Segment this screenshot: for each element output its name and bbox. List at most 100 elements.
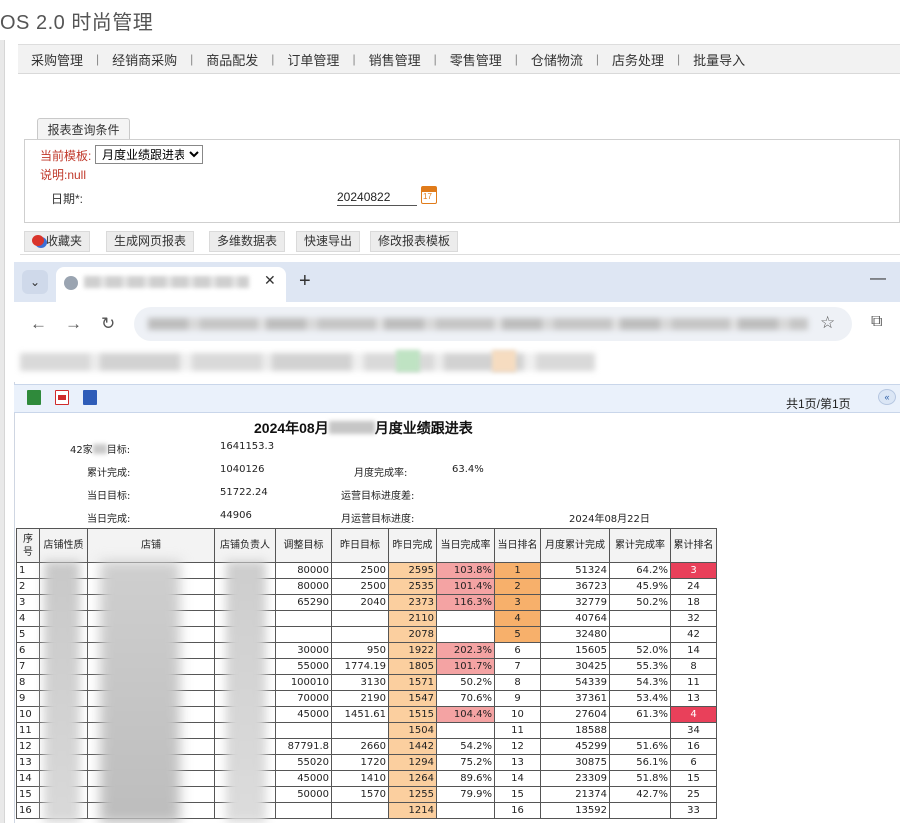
table-cell: 52.0% bbox=[609, 642, 671, 659]
report-title-redacted bbox=[328, 421, 375, 434]
table-cell: 15605 bbox=[540, 642, 610, 659]
menu-item[interactable]: 仓储物流 bbox=[518, 50, 596, 69]
table-cell bbox=[331, 626, 389, 643]
back-arrow-icon[interactable]: ← bbox=[30, 314, 47, 334]
table-cell: 45000 bbox=[275, 706, 332, 723]
table-cell: 2500 bbox=[331, 562, 389, 579]
store-name-redacted bbox=[100, 561, 180, 823]
table-cell: 1255 bbox=[388, 786, 437, 803]
column-header: 累计完成率 bbox=[609, 528, 671, 563]
table-cell: 16 bbox=[494, 802, 541, 819]
table-cell: 61.3% bbox=[609, 706, 671, 723]
bookmark-orange-icon[interactable] bbox=[492, 350, 516, 372]
multidimensional-table-button[interactable]: 多维数据表 bbox=[209, 231, 286, 252]
table-cell: 1451.61 bbox=[331, 706, 389, 723]
menu-item[interactable]: 采购管理 bbox=[18, 50, 96, 69]
table-cell bbox=[436, 626, 495, 643]
template-select[interactable]: 月度业绩跟进表 bbox=[95, 145, 203, 164]
column-header: 昨日完成 bbox=[388, 528, 437, 563]
forward-arrow-icon[interactable]: → bbox=[65, 314, 82, 334]
summary-month-rate-label: 月度完成率: bbox=[354, 468, 408, 479]
table-cell: 2110 bbox=[388, 610, 437, 627]
address-url-redacted bbox=[148, 318, 808, 330]
table-cell: 13 bbox=[16, 754, 40, 771]
table-cell: 1774.19 bbox=[331, 658, 389, 675]
collapse-icon[interactable]: « bbox=[878, 389, 896, 405]
table-cell: 75.2% bbox=[436, 754, 495, 771]
table-cell: 25 bbox=[670, 786, 717, 803]
description-text: 说明:null bbox=[40, 168, 87, 182]
table-cell: 101.7% bbox=[436, 658, 495, 675]
excel-export-icon[interactable] bbox=[27, 390, 41, 405]
column-header: 店铺 bbox=[87, 528, 215, 563]
menu-item[interactable]: 零售管理 bbox=[437, 50, 515, 69]
table-cell: 1264 bbox=[388, 770, 437, 787]
column-header: 月度累计完成 bbox=[540, 528, 610, 563]
table-cell: 14 bbox=[494, 770, 541, 787]
table-cell: 79.9% bbox=[436, 786, 495, 803]
table-cell: 2 bbox=[494, 578, 541, 595]
extensions-puzzle-icon[interactable]: ⧉ bbox=[871, 313, 882, 331]
table-cell: 5 bbox=[494, 626, 541, 643]
table-cell: 18588 bbox=[540, 722, 610, 739]
tab-close-icon[interactable]: ✕ bbox=[264, 272, 276, 289]
new-tab-icon[interactable]: + bbox=[299, 270, 311, 293]
table-cell: 1410 bbox=[331, 770, 389, 787]
quick-export-button[interactable]: 快速导出 bbox=[296, 231, 361, 252]
table-cell: 6 bbox=[494, 642, 541, 659]
summary-target-value: 1641153.3 bbox=[220, 441, 275, 452]
summary-month-rate-value: 63.4% bbox=[452, 464, 484, 475]
bookmark-green-icon[interactable] bbox=[396, 350, 420, 372]
table-cell: 14 bbox=[670, 642, 717, 659]
menu-item[interactable]: 商品配发 bbox=[193, 50, 271, 69]
menu-item[interactable]: 销售管理 bbox=[356, 50, 434, 69]
date-input[interactable]: 20240822 bbox=[337, 190, 417, 206]
menu-item[interactable]: 订单管理 bbox=[274, 50, 352, 69]
table-cell: 2535 bbox=[388, 578, 437, 595]
app-title: OS 2.0 时尚管理 bbox=[0, 12, 154, 34]
table-cell: 1515 bbox=[388, 706, 437, 723]
table-cell bbox=[609, 722, 671, 739]
menu-item[interactable]: 批量导入 bbox=[680, 50, 758, 69]
main-menu-bar: 采购管理 | 经销商采购 | 商品配发 | 订单管理 | 销售管理 | 零售管理 | 仓储物流 | 店务处理… bbox=[18, 44, 900, 74]
table-cell: 53.4% bbox=[609, 690, 671, 707]
column-header: 店铺性质 bbox=[39, 528, 88, 563]
calendar-icon[interactable]: 17 bbox=[421, 186, 437, 204]
table-cell: 33 bbox=[670, 802, 717, 819]
summary-report-date: 2024年08月22日 bbox=[569, 514, 650, 525]
report-title-prefix: 2024年08月 bbox=[254, 420, 329, 436]
table-cell: 2 bbox=[16, 578, 40, 595]
table-cell: 11 bbox=[494, 722, 541, 739]
table-cell bbox=[436, 722, 495, 739]
table-cell: 54.3% bbox=[609, 674, 671, 691]
table-cell: 11 bbox=[670, 674, 717, 691]
table-cell: 950 bbox=[331, 642, 389, 659]
table-cell: 1547 bbox=[388, 690, 437, 707]
store-type-redacted bbox=[44, 561, 80, 823]
table-cell: 24 bbox=[670, 578, 717, 595]
generate-web-report-button[interactable]: 生成网页报表 bbox=[106, 231, 195, 252]
reload-icon[interactable]: ↻ bbox=[101, 314, 115, 334]
table-cell: 100010 bbox=[275, 674, 332, 691]
report-title: 2024年08月 月度业绩跟进表 bbox=[254, 418, 473, 438]
table-cell: 103.8% bbox=[436, 562, 495, 579]
bookmark-star-icon[interactable]: ☆ bbox=[820, 313, 835, 333]
query-conditions-tab[interactable]: 报表查询条件 bbox=[37, 118, 130, 140]
edit-report-template-button[interactable]: 修改报表模板 bbox=[370, 231, 459, 252]
menu-item[interactable]: 经销商采购 bbox=[99, 50, 190, 69]
menu-item[interactable]: 店务处理 bbox=[599, 50, 677, 69]
tab-search-chevron-icon[interactable]: ⌄ bbox=[22, 270, 48, 294]
summary-target-label: 42家 目标: bbox=[70, 444, 131, 456]
table-cell: 9 bbox=[494, 690, 541, 707]
table-cell: 2500 bbox=[331, 578, 389, 595]
favorites-button[interactable]: 收藏夹 bbox=[24, 231, 91, 252]
table-cell: 12 bbox=[494, 738, 541, 755]
table-cell: 2373 bbox=[388, 594, 437, 611]
pdf-export-icon[interactable] bbox=[55, 390, 69, 405]
table-cell bbox=[275, 722, 332, 739]
table-cell: 1504 bbox=[388, 722, 437, 739]
table-cell: 32779 bbox=[540, 594, 610, 611]
table-cell: 51.6% bbox=[609, 738, 671, 755]
window-minimize-icon[interactable]: — bbox=[870, 270, 886, 288]
word-export-icon[interactable] bbox=[83, 390, 97, 405]
